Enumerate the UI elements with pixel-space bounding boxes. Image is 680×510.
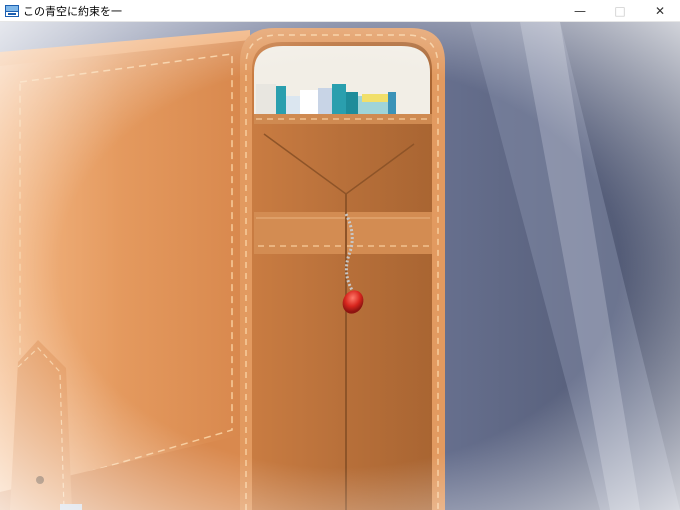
school-bag-scene: [0, 22, 680, 510]
close-button[interactable]: ✕: [640, 0, 680, 22]
app-icon: [5, 4, 19, 17]
game-window: この青空に約束を一 — □ ✕: [0, 0, 680, 510]
window-title: この青空に約束を一: [23, 4, 122, 18]
maximize-button[interactable]: □: [600, 0, 640, 22]
minimize-button[interactable]: —: [560, 0, 600, 22]
title-bar[interactable]: この青空に約束を一 — □ ✕: [0, 0, 680, 22]
game-scene[interactable]: [0, 22, 680, 510]
window-controls: — □ ✕: [560, 0, 680, 22]
